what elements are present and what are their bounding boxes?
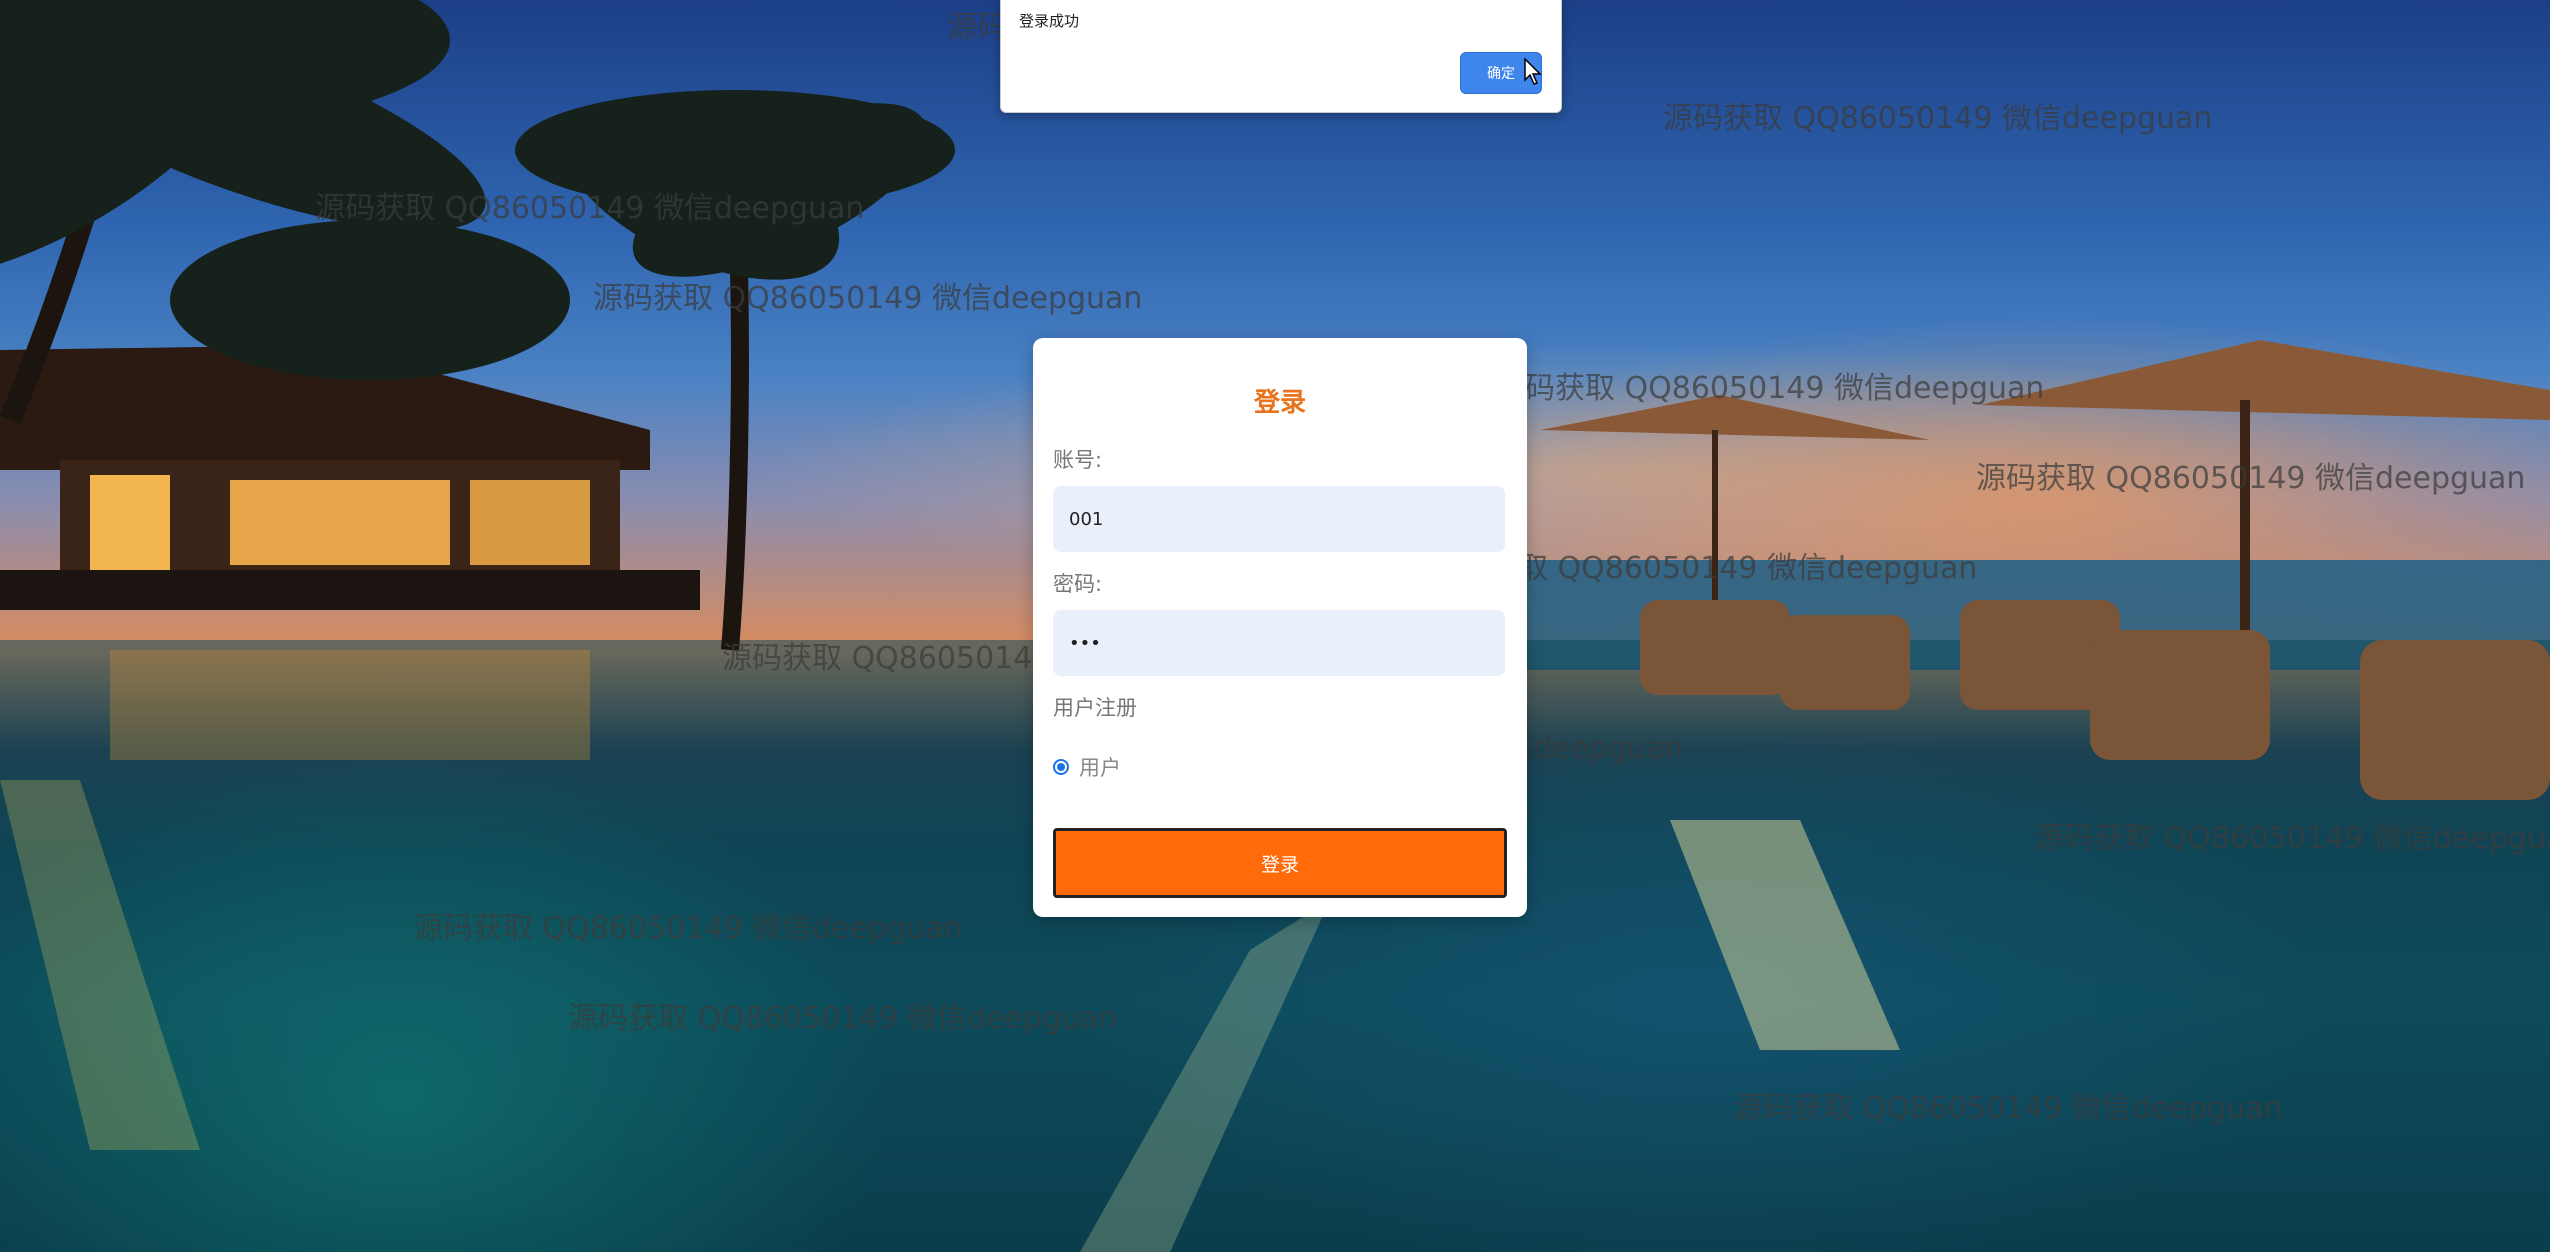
account-label: 账号: xyxy=(1053,448,1103,472)
watermark: 源码获取 QQ86050149 微信deepguan xyxy=(315,191,865,226)
role-radio-option[interactable]: 用户 xyxy=(1053,752,1121,782)
watermark: 源码获取 QQ86050149 微信deepguan xyxy=(1663,101,2213,136)
watermark: 源码获取 QQ86050149 微信deepguan xyxy=(1733,1091,2283,1126)
alert-message: 登录成功 xyxy=(1019,12,1080,30)
login-title: 登录 xyxy=(1253,388,1306,418)
alert-dialog: 登录成功 确定 xyxy=(1000,0,1562,113)
password-input[interactable] xyxy=(1053,610,1505,676)
watermark: 源码获取 QQ86050149 微信deepguan xyxy=(2034,821,2550,856)
watermark: 源码获取 QQ86050149 微信deepguan xyxy=(1495,371,2045,406)
role-radio-label: 用户 xyxy=(1079,756,1121,780)
role-radio-icon[interactable] xyxy=(1053,759,1069,775)
watermark: 源码获取 QQ86050149 微信deepguan xyxy=(1976,461,2526,496)
watermark: 源码获取 QQ86050149 微信deepguan xyxy=(593,281,1143,316)
mouse-cursor-icon xyxy=(1524,58,1542,85)
login-card: 登录 账号: 密码: 用户注册 用户 登录 xyxy=(1033,338,1527,917)
watermark: 源码获取 QQ86050149 微信deepguan xyxy=(413,911,963,946)
login-button[interactable]: 登录 xyxy=(1053,828,1507,898)
account-input[interactable] xyxy=(1053,486,1505,552)
register-link[interactable]: 用户注册 xyxy=(1053,692,1137,722)
password-label: 密码: xyxy=(1053,572,1103,596)
watermark: 源码获取 QQ86050149 微信deepguan xyxy=(568,1001,1118,1036)
